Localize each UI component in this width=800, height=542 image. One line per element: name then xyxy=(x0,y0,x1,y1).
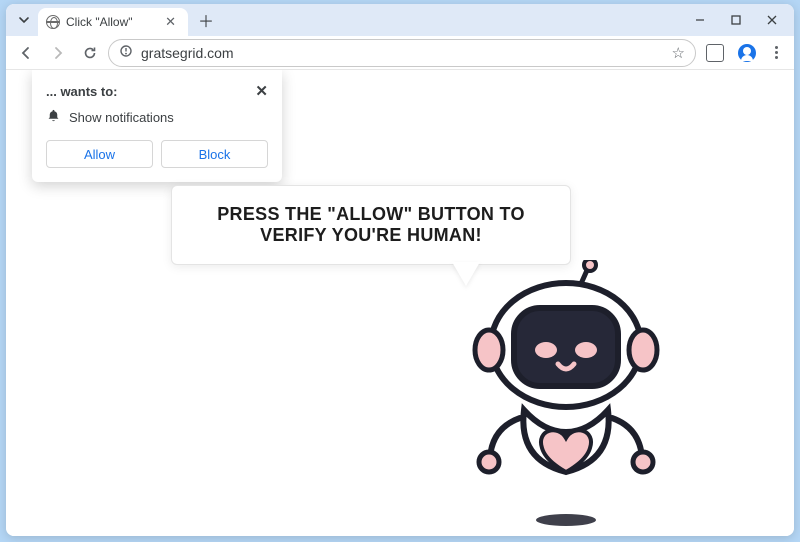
allow-button[interactable]: Allow xyxy=(46,140,153,168)
tab-title: Click "Allow" xyxy=(66,15,161,29)
bell-icon xyxy=(46,108,61,126)
back-button[interactable] xyxy=(12,39,40,67)
robot-illustration xyxy=(436,260,696,536)
browser-window: Click "Allow" ✕ ＋ xyxy=(6,4,794,536)
menu-button[interactable] xyxy=(764,46,788,59)
minimize-button[interactable] xyxy=(682,4,718,36)
new-tab-button[interactable]: ＋ xyxy=(194,8,218,32)
page-viewport: ... wants to: ✕ Show notifications Allow… xyxy=(6,70,794,536)
profile-avatar-icon[interactable] xyxy=(738,44,756,62)
instruction-text: PRESS THE "ALLOW" BUTTON TO VERIFY YOU'R… xyxy=(217,204,525,245)
browser-tab[interactable]: Click "Allow" ✕ xyxy=(38,8,188,36)
toolbar: gratsegrid.com ☆ xyxy=(6,36,794,70)
reload-button[interactable] xyxy=(76,39,104,67)
extensions-icon[interactable] xyxy=(706,44,724,62)
close-tab-icon[interactable]: ✕ xyxy=(161,14,180,30)
permission-item-label: Show notifications xyxy=(69,110,174,125)
tabs-dropdown-button[interactable] xyxy=(10,7,38,33)
instruction-banner: PRESS THE "ALLOW" BUTTON TO VERIFY YOU'R… xyxy=(171,185,571,265)
close-icon[interactable]: ✕ xyxy=(255,82,268,100)
bookmark-star-icon[interactable]: ☆ xyxy=(672,44,685,62)
forward-button[interactable] xyxy=(44,39,72,67)
notification-permission-prompt: ... wants to: ✕ Show notifications Allow… xyxy=(32,70,282,182)
close-window-button[interactable] xyxy=(754,4,790,36)
globe-icon xyxy=(46,15,60,29)
maximize-button[interactable] xyxy=(718,4,754,36)
address-bar[interactable]: gratsegrid.com ☆ xyxy=(108,39,696,67)
permission-title: ... wants to: xyxy=(46,84,255,99)
titlebar: Click "Allow" ✕ ＋ xyxy=(6,4,794,36)
window-controls xyxy=(682,4,790,36)
block-button[interactable]: Block xyxy=(161,140,268,168)
url-text: gratsegrid.com xyxy=(141,45,672,61)
site-info-icon[interactable] xyxy=(119,44,133,61)
